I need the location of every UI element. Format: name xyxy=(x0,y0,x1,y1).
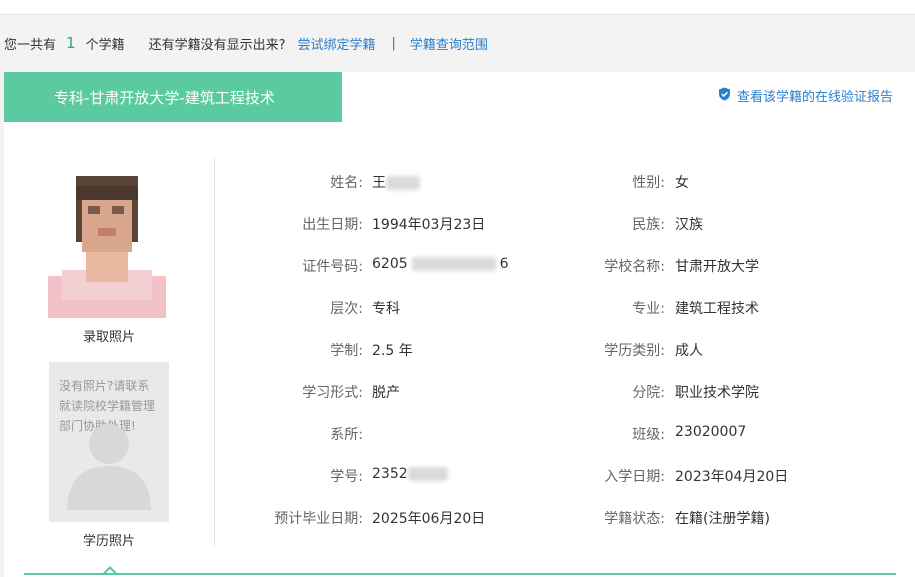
class-value: 23020007 xyxy=(675,424,747,440)
admission-photo-caption: 录取照片 xyxy=(82,330,135,345)
diploma-photo-caption: 学历照片 xyxy=(82,534,135,549)
branch-label: 分院: xyxy=(632,385,665,401)
enrollment-date-value: 2023年04月20日 xyxy=(675,469,789,485)
student-id-label: 学号: xyxy=(330,469,363,485)
birth-date-label: 出生日期: xyxy=(302,217,363,233)
record-summary-bar: 您一共有 1 个学籍 还有学籍没有显示出来? 尝试绑定学籍 | 学籍查询范围 xyxy=(0,26,915,60)
birth-date-value: 1994年03月23日 xyxy=(372,217,486,233)
student-record-card: 专科-甘肃开放大学-建筑工程技术 查看该学籍的在线验证报告 录取照片 没有照片?… xyxy=(4,72,915,577)
education-type-value: 成人 xyxy=(675,343,703,359)
expected-graduation-value: 2025年06月20日 xyxy=(372,511,486,527)
school-name-value: 甘肃开放大学 xyxy=(675,259,759,275)
column-divider xyxy=(214,158,215,546)
status-label: 学籍状态: xyxy=(604,511,665,527)
redacted-id xyxy=(411,257,496,271)
gender-value: 女 xyxy=(675,175,689,191)
diploma-photo-placeholder: 没有照片?请联系就读院校学籍管理部门协助处理! xyxy=(49,362,169,522)
department-label: 系所: xyxy=(330,427,363,443)
id-number-value: 6205 6 xyxy=(372,256,509,272)
ethnicity-label: 民族: xyxy=(632,217,665,233)
record-title-tab: 专科-甘肃开放大学-建筑工程技术 xyxy=(4,72,342,122)
record-title: 专科-甘肃开放大学-建筑工程技术 xyxy=(54,88,275,107)
query-range-link[interactable]: 学籍查询范围 xyxy=(410,34,488,53)
enrollment-date-label: 入学日期: xyxy=(604,469,665,485)
missing-records-hint: 还有学籍没有显示出来? xyxy=(148,37,286,53)
name-value: 王 xyxy=(372,172,420,192)
redacted-name xyxy=(386,176,420,190)
study-form-value: 脱产 xyxy=(372,385,400,401)
education-type-label: 学历类别: xyxy=(604,343,665,359)
section-underline xyxy=(24,573,896,575)
admission-photo xyxy=(48,176,166,318)
expected-graduation-label: 预计毕业日期: xyxy=(274,511,363,527)
school-name-label: 学校名称: xyxy=(604,259,665,275)
summary-suffix: 个学籍 xyxy=(85,37,125,53)
level-label: 层次: xyxy=(330,301,363,317)
ethnicity-value: 汉族 xyxy=(675,217,703,233)
class-label: 班级: xyxy=(632,427,665,443)
branch-value: 职业技术学院 xyxy=(675,385,759,401)
record-count: 1 xyxy=(66,34,76,52)
study-form-label: 学习形式: xyxy=(302,385,363,401)
gender-label: 性别: xyxy=(632,175,665,191)
person-silhouette-icon xyxy=(63,424,155,514)
verify-report-label: 查看该学籍的在线验证报告 xyxy=(736,90,893,105)
major-value: 建筑工程技术 xyxy=(675,301,759,317)
level-value: 专科 xyxy=(372,301,400,317)
status-value: 在籍(注册学籍) xyxy=(675,511,770,527)
duration-label: 学制: xyxy=(330,343,363,359)
name-label: 姓名: xyxy=(330,175,363,191)
summary-prefix: 您一共有 xyxy=(4,37,57,53)
duration-value: 2.5 年 xyxy=(372,343,413,359)
separator: | xyxy=(391,35,396,51)
redacted-student-id xyxy=(407,467,448,481)
major-label: 专业: xyxy=(632,301,665,317)
shield-check-icon xyxy=(718,87,737,105)
student-id-value: 2352 xyxy=(372,466,448,482)
top-strip xyxy=(0,0,915,15)
verify-report-link[interactable]: 查看该学籍的在线验证报告 xyxy=(718,86,893,105)
id-number-label: 证件号码: xyxy=(302,259,363,275)
bind-record-link[interactable]: 尝试绑定学籍 xyxy=(297,34,375,53)
